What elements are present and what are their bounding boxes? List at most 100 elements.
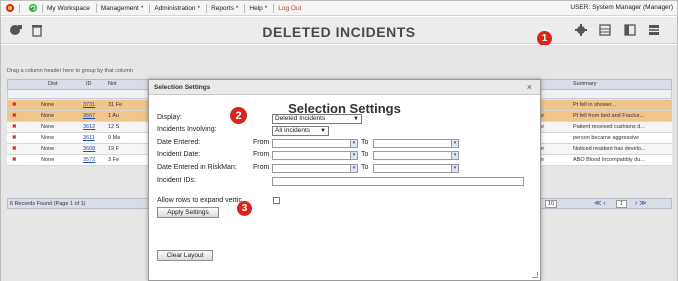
row-note: 1 Au xyxy=(108,113,120,119)
date-entered-from-input[interactable]: ▾ xyxy=(272,139,358,148)
riskman-to-input[interactable]: ▾ xyxy=(373,164,459,173)
row-id-link[interactable]: 3572 xyxy=(83,157,95,163)
menu-divider xyxy=(273,3,275,13)
menu-reports-caret: * xyxy=(235,4,239,12)
row-summary: Pt fell from bed and Fractur... xyxy=(573,113,644,119)
row-summary: person became aggressive xyxy=(573,135,640,141)
pager-next-last-icon[interactable]: › ≫ xyxy=(635,199,647,207)
incident-ids-input[interactable] xyxy=(272,177,524,186)
callout-badge-3: 3 xyxy=(237,201,252,216)
incidents-involving-value: All Incidents xyxy=(275,127,311,134)
calendar-icon[interactable]: ▾ xyxy=(451,140,458,147)
menu-administration-caret: * xyxy=(197,4,201,12)
row-status: None xyxy=(41,135,55,141)
row-summary: Pt fell in shower... xyxy=(573,102,617,108)
incident-date-from-input[interactable]: ▾ xyxy=(272,151,358,160)
delete-icon[interactable]: ✖ xyxy=(12,102,17,108)
row-summary: ABO Blood Incompatibly du... xyxy=(573,157,645,163)
row-id-link[interactable]: 3667 xyxy=(83,113,95,119)
display-select[interactable]: Deleted Incidents ▼ xyxy=(272,114,362,124)
menu-divider xyxy=(149,3,151,13)
menu-divider xyxy=(95,3,97,13)
layout-icon[interactable] xyxy=(647,23,661,37)
chevron-down-icon: ▼ xyxy=(320,128,326,134)
incident-ids-label: Incident IDs: xyxy=(157,177,196,184)
calendar-icon[interactable]: ▾ xyxy=(350,165,357,172)
incidents-involving-select[interactable]: All Incidents ▼ xyxy=(272,126,329,136)
date-entered-from-label: From xyxy=(253,139,270,146)
menu-management[interactable]: Management xyxy=(101,5,139,12)
date-entered-to-label: To xyxy=(361,139,369,146)
display-label: Display: xyxy=(157,114,182,121)
delete-icon[interactable]: ✖ xyxy=(12,113,17,119)
page-title-bar: DELETED INCIDENTS xyxy=(1,17,677,44)
row-note: 3 Fe xyxy=(108,157,120,163)
row-status: None xyxy=(41,157,55,163)
menu-help[interactable]: Help xyxy=(249,5,262,12)
user-label: USER: System Manager (Manager) xyxy=(570,4,673,11)
incident-date-to-label: To xyxy=(361,151,369,158)
column-header-dist[interactable]: Dist xyxy=(48,81,57,87)
incident-date-from-label: From xyxy=(253,151,270,158)
resize-handle[interactable] xyxy=(532,272,538,278)
incidents-involving-label: Incidents Involving: xyxy=(157,126,217,133)
grid-view-icon[interactable] xyxy=(598,23,612,37)
row-note: 31 Fe xyxy=(108,102,123,108)
calendar-icon[interactable]: ▾ xyxy=(451,165,458,172)
row-id-link[interactable]: 3611 xyxy=(83,135,95,141)
row-id-link[interactable]: 3608 xyxy=(83,146,95,152)
menu-administration[interactable]: Administration xyxy=(154,5,195,12)
records-found-label: 6 Records Found (Page 1 of 1) xyxy=(10,201,86,207)
incident-date-label: Incident Date: xyxy=(157,151,201,158)
logout-link[interactable]: Log Out xyxy=(278,5,301,12)
callout-badge-1: 1 xyxy=(537,31,552,46)
date-entered-label: Date Entered: xyxy=(157,139,201,146)
clear-layout-button[interactable]: Clear Layout xyxy=(157,250,213,261)
menu-divider xyxy=(42,3,43,13)
row-id-link[interactable]: 3612 xyxy=(83,124,95,130)
calendar-icon[interactable]: ▾ xyxy=(451,152,458,159)
pager-first-prev-icon[interactable]: ≪ ‹ xyxy=(594,199,606,207)
calendar-icon[interactable]: ▾ xyxy=(350,152,357,159)
row-status: None xyxy=(41,113,55,119)
column-header-summary[interactable]: Summary xyxy=(573,81,597,87)
delete-icon[interactable]: ✖ xyxy=(12,124,17,130)
delete-icon[interactable]: ✖ xyxy=(12,146,17,152)
menu-my-workspace[interactable]: My Workspace xyxy=(47,5,90,12)
settings-gear-icon[interactable] xyxy=(574,23,588,37)
date-entered-riskman-label: Date Entered in RiskMan: xyxy=(157,164,237,171)
menu-divider xyxy=(19,3,20,13)
callout-badge-2: 2 xyxy=(230,107,247,124)
apply-settings-button[interactable]: Apply Settings xyxy=(157,207,219,218)
dialog-header[interactable]: Selection Settings × xyxy=(149,80,540,95)
dialog-header-title: Selection Settings xyxy=(154,84,211,91)
row-note: 12 S xyxy=(108,124,120,130)
row-id-link[interactable]: 3731 xyxy=(83,102,95,108)
refresh-icon[interactable] xyxy=(28,3,38,13)
menu-management-caret: * xyxy=(140,4,144,12)
page-number-input[interactable]: 1 xyxy=(616,200,628,208)
allow-rows-expand-checkbox[interactable] xyxy=(273,197,280,204)
menu-divider xyxy=(244,3,246,13)
menu-reports[interactable]: Reports xyxy=(211,5,234,12)
calendar-icon[interactable]: ▾ xyxy=(350,140,357,147)
close-icon[interactable]: × xyxy=(527,82,532,92)
page-size-select[interactable]: 10 xyxy=(545,200,558,208)
row-status: None xyxy=(41,102,55,108)
delete-icon[interactable]: ✖ xyxy=(12,135,17,141)
riskman-from-input[interactable]: ▾ xyxy=(272,164,358,173)
group-by-hint: Drag a column header here to group by th… xyxy=(7,68,133,74)
app-logo-icon[interactable] xyxy=(5,3,15,13)
selection-settings-dialog: Selection Settings × Selection Settings … xyxy=(148,79,541,281)
column-header-id[interactable]: ID xyxy=(86,81,92,87)
display-select-value: Deleted Incidents xyxy=(275,115,326,122)
riskman-to-label: To xyxy=(361,164,369,171)
columns-icon[interactable] xyxy=(623,23,637,37)
column-header-not[interactable]: Not xyxy=(108,81,117,87)
row-status: None xyxy=(41,146,55,152)
delete-icon[interactable]: ✖ xyxy=(12,157,17,163)
incident-date-to-input[interactable]: ▾ xyxy=(373,151,459,160)
top-menu-bar: My Workspace Management * Administration… xyxy=(1,1,677,16)
date-entered-to-input[interactable]: ▾ xyxy=(373,139,459,148)
row-status: None xyxy=(41,124,55,130)
